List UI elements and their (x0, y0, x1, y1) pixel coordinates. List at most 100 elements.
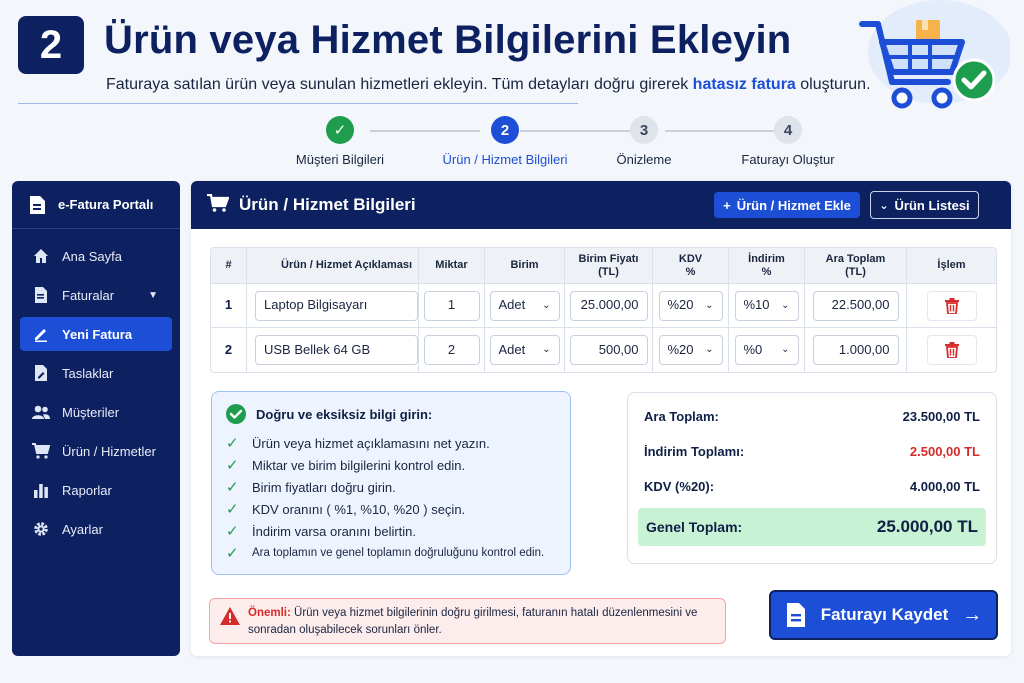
document-icon (28, 195, 46, 214)
chevron-down-icon: ▼ (148, 289, 158, 301)
unit-select[interactable]: Adet ⌄ (489, 290, 560, 321)
sidebar: e-Fatura Portalı Ana Sayfa Faturalar ▼ Y… (12, 181, 180, 656)
tip-text: Ara toplamın ve genel toplamın doğruluğu… (252, 547, 545, 559)
step-label: Faturayı Oluştur (741, 152, 835, 167)
trash-icon (944, 297, 959, 314)
chevron-down-icon: ⌄ (542, 299, 551, 311)
subtotal-label: Ara Toplam: (644, 409, 719, 424)
column-header: İşlem (937, 259, 966, 272)
panel-title: Ürün / Hizmet Bilgileri (239, 195, 416, 214)
warning-icon (220, 607, 240, 625)
chevron-down-icon: ⌄ (705, 344, 714, 356)
delete-row-button[interactable] (926, 335, 977, 365)
tip-item: ✓ Ara toplamın ve genel toplamın doğruluğ… (226, 542, 556, 564)
check-icon: ✓ (226, 501, 239, 518)
product-table: # Ürün / Hizmet Açıklaması Miktar Birim … (210, 247, 997, 373)
chart-icon (32, 481, 50, 499)
step-label: Ürün / Hizmet Bilgileri (442, 152, 568, 167)
unit-value: Adet (498, 341, 526, 357)
sidebar-item-invoices[interactable]: Faturalar ▼ (20, 278, 172, 312)
home-icon (32, 247, 50, 265)
step-preview[interactable]: 3 Önizleme (569, 116, 719, 167)
header-divider (18, 103, 578, 104)
discount-value: %10 (743, 297, 770, 313)
step-number: 4 (774, 116, 802, 144)
tip-item: ✓ İndirim varsa oranını belirtin. (226, 520, 556, 542)
sidebar-item-home[interactable]: Ana Sayfa (20, 239, 172, 273)
column-header: Birim (485, 248, 565, 283)
check-icon: ✓ (326, 116, 354, 144)
step-badge: 2 (18, 16, 84, 74)
totals-summary: Ara Toplam: 23.500,00 TL İndirim Toplamı:… (627, 392, 997, 564)
tip-text: İndirim varsa oranını belirtin. (252, 523, 417, 539)
check-circle-icon (226, 404, 246, 424)
sidebar-item-products[interactable]: Ürün / Hizmetler (20, 434, 172, 468)
check-icon: ✓ (226, 523, 239, 540)
step-customer-info[interactable]: ✓ Müşteri Bilgileri (265, 116, 415, 167)
arrow-right-icon: → (962, 603, 983, 626)
step-product-info[interactable]: 2 Ürün / Hizmet Bilgileri (430, 116, 580, 167)
add-product-label: Ürün / Hizmet Ekle (736, 197, 851, 213)
unit-value: Adet (498, 297, 526, 313)
tip-item: ✓ Ürün veya hizmet açıklamasını net yazın… (226, 432, 556, 454)
cart-icon (32, 442, 50, 460)
tip-item: ✓ KDV oranını ( %1, %10, %20 ) seçin. (226, 498, 556, 520)
chevron-down-icon: ⌄ (542, 344, 551, 356)
discount-total-label: İndirim Toplamı: (644, 444, 745, 459)
tips-title: Doğru ve eksiksiz bilgi girin: (226, 404, 556, 424)
add-product-button[interactable]: + Ürün / Hizmet Ekle (714, 192, 860, 218)
column-header: İndirim % (729, 248, 805, 283)
tip-text: Birim fiyatları doğru girin. (252, 479, 396, 495)
description-input[interactable]: USB Bellek 64 GB (255, 335, 418, 365)
check-icon: ✓ (226, 479, 239, 496)
progress-stepper: ✓ Müşteri Bilgileri 2 Ürün / Hizmet Bilg… (280, 116, 860, 172)
page-subtitle: Faturaya satılan ürün veya sunulan hizme… (106, 76, 871, 93)
check-icon: ✓ (226, 545, 239, 562)
discount-select[interactable]: %10 ⌄ (734, 290, 799, 321)
subtotal-field: 1.000,00 (812, 335, 899, 365)
step-create-invoice[interactable]: 4 Faturayı Oluştur (713, 116, 863, 167)
subtotal-value: 23.500,00 TL (902, 409, 980, 424)
check-icon: ✓ (226, 435, 239, 452)
discount-select[interactable]: %0 ⌄ (734, 335, 799, 365)
tip-item: ✓ Birim fiyatları doğru girin. (226, 476, 556, 498)
chevron-down-icon: ⌄ (781, 344, 790, 356)
product-list-dropdown[interactable]: ⌄ Ürün Listesi (870, 191, 979, 219)
unit-price-input[interactable]: 25.000,00 (569, 290, 648, 321)
row-number: 1 (211, 284, 247, 327)
cart-icon (207, 193, 230, 217)
important-notice: Önemli: Ürün veya hizmet bilgilerinin do… (209, 598, 726, 644)
unit-price-input[interactable]: 500,00 (569, 335, 648, 365)
sidebar-item-settings[interactable]: Ayarlar (20, 512, 172, 546)
subtotal-row: Ara Toplam: 23.500,00 TL (638, 399, 986, 434)
column-header: Miktar (419, 248, 485, 283)
quantity-input[interactable]: 1 (423, 290, 480, 321)
product-info-panel: Ürün / Hizmet Bilgileri + Ürün / Hizmet E… (191, 181, 1011, 656)
chevron-down-icon: ⌄ (879, 199, 889, 212)
step-label: Müşteri Bilgileri (295, 152, 385, 167)
sidebar-item-label: Müşteriler (62, 404, 120, 420)
sidebar-item-drafts[interactable]: Taslaklar (20, 356, 172, 390)
check-icon: ✓ (226, 457, 239, 474)
description-input[interactable]: Laptop Bilgisayarı (255, 290, 418, 321)
sidebar-item-label: Ürün / Hizmetler (62, 443, 156, 459)
vat-select[interactable]: %20 ⌄ (658, 335, 723, 365)
vat-select[interactable]: %20 ⌄ (658, 290, 723, 321)
sidebar-item-reports[interactable]: Raporlar (20, 473, 172, 507)
trash-icon (944, 342, 959, 358)
discount-total-row: İndirim Toplamı: 2.500,00 TL (638, 434, 986, 469)
vat-total-value: 4.000,00 TL (909, 479, 980, 494)
gear-icon (32, 520, 50, 538)
step-label: Önizleme (616, 152, 672, 167)
column-header: Birim Fiyatı (TL) (565, 248, 653, 283)
save-invoice-button[interactable]: Faturayı Kaydet → (769, 590, 998, 640)
unit-select[interactable]: Adet ⌄ (489, 335, 560, 365)
delete-row-button[interactable] (926, 290, 977, 321)
sidebar-item-customers[interactable]: Müşteriler (20, 395, 172, 429)
table-row: 2 USB Bellek 64 GB 2 Adet ⌄ 500,00 %20 ⌄ %… (211, 328, 996, 372)
quantity-input[interactable]: 2 (423, 335, 480, 365)
vat-total-row: KDV (%20): 4.000,00 TL (638, 469, 986, 504)
product-list-label: Ürün Listesi (894, 197, 970, 213)
sidebar-item-new-invoice[interactable]: Yeni Fatura (20, 317, 172, 351)
sidebar-header: e-Fatura Portalı (12, 181, 180, 229)
